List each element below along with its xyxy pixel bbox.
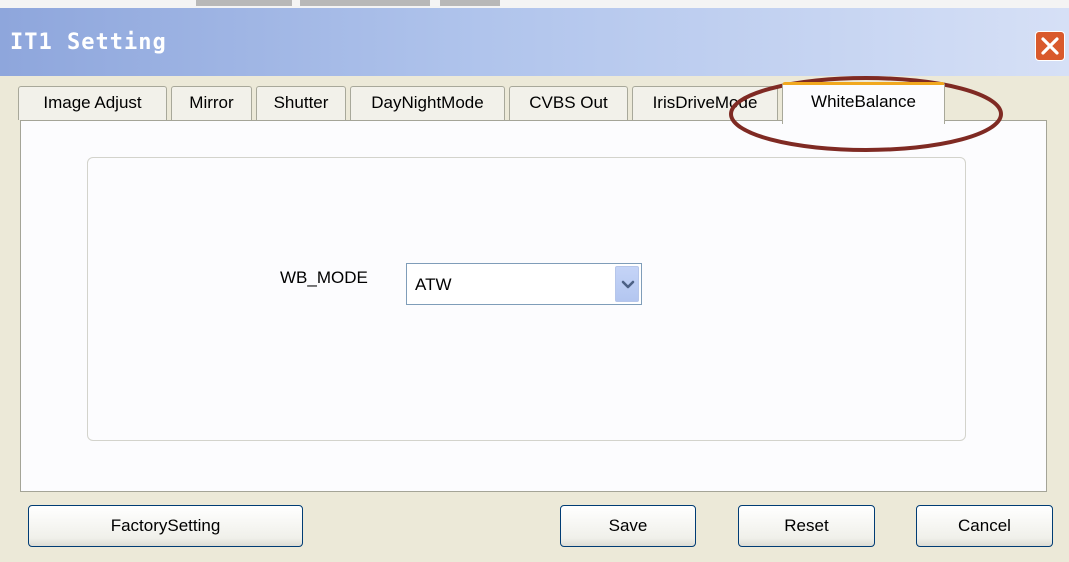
title-bar[interactable]: IT1 Setting: [0, 8, 1069, 76]
factory-setting-button[interactable]: FactorySetting: [28, 505, 303, 547]
wb-mode-value: ATW: [415, 275, 452, 294]
settings-dialog: IT1 Setting Image Adjust Mirror Shutter …: [0, 0, 1069, 562]
wb-mode-select[interactable]: ATW: [406, 263, 642, 305]
save-button[interactable]: Save: [560, 505, 696, 547]
tab-whitebalance[interactable]: WhiteBalance: [782, 82, 945, 124]
wb-mode-label: WB_MODE: [280, 268, 368, 287]
chevron-down-icon: [621, 280, 635, 289]
cancel-button[interactable]: Cancel: [916, 505, 1053, 547]
close-button[interactable]: [1035, 31, 1065, 61]
window-title: IT1 Setting: [10, 30, 167, 55]
tab-mirror[interactable]: Mirror: [171, 86, 252, 120]
tab-shutter[interactable]: Shutter: [256, 86, 346, 120]
tab-panel-white-balance: [20, 120, 1047, 492]
tab-cvbs-out[interactable]: CVBS Out: [509, 86, 628, 120]
tab-irisdrivemode[interactable]: IrisDriveMode: [632, 86, 778, 120]
reset-button[interactable]: Reset: [738, 505, 875, 547]
background-window-strip: [0, 0, 1069, 8]
wb-mode-dropdown-button[interactable]: [615, 266, 639, 302]
tab-daynightmode[interactable]: DayNightMode: [350, 86, 505, 120]
tab-image-adjust[interactable]: Image Adjust: [18, 86, 167, 120]
close-icon: [1041, 37, 1059, 55]
